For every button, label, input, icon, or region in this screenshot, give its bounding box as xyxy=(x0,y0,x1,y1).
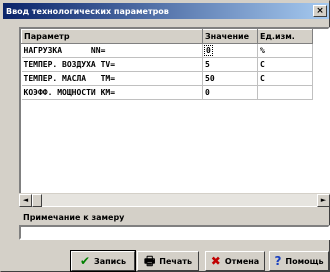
value-cell[interactable]: 0 xyxy=(202,85,258,100)
param-name-cell: ТЕМПЕР. ВОЗДУХА TV= xyxy=(21,57,203,72)
help-icon: ? xyxy=(274,254,282,268)
close-button[interactable]: × xyxy=(313,5,327,17)
dialog-window: Ввод технологических параметров × Параме… xyxy=(0,0,330,272)
unit-cell[interactable] xyxy=(257,85,313,100)
cancel-button-label: Отмена xyxy=(224,256,260,266)
unit-cell[interactable]: % xyxy=(257,43,313,58)
help-button-label: Помощь xyxy=(285,256,324,266)
close-icon: × xyxy=(316,5,324,16)
param-name-cell: КОЭФФ. МОЩНОСТИ KM= xyxy=(21,85,203,100)
header-value[interactable]: Значение xyxy=(202,29,258,44)
scroll-left-button[interactable]: ◄ xyxy=(19,194,32,207)
value-cell[interactable]: 50 xyxy=(202,71,258,86)
cancel-button[interactable]: ✖ Отмена xyxy=(205,251,265,271)
note-input[interactable] xyxy=(19,225,330,240)
table-row[interactable]: ТЕМПЕР. МАСЛА TM= 50 С xyxy=(21,71,313,86)
cross-icon: ✖ xyxy=(210,254,221,268)
print-button-label: Печать xyxy=(159,256,193,266)
printer-icon: 🖶 xyxy=(143,254,156,268)
table-row[interactable]: КОЭФФ. МОЩНОСТИ KM= 0 xyxy=(21,85,313,100)
table-row[interactable]: ТЕМПЕР. ВОЗДУХА TV= 5 С xyxy=(21,57,313,72)
unit-cell[interactable]: С xyxy=(257,71,313,86)
help-button[interactable]: ? Помощь xyxy=(269,251,329,271)
header-parameter[interactable]: Параметр xyxy=(21,29,203,44)
record-button[interactable]: ✔ Запись xyxy=(70,250,136,272)
unit-cell[interactable]: С xyxy=(257,57,313,72)
table-row[interactable]: НАГРУЗКА NN= 0 % xyxy=(21,43,313,58)
note-label: Примечание к замеру xyxy=(23,213,125,222)
header-unit[interactable]: Ед.изм. xyxy=(257,29,313,44)
scroll-right-button[interactable]: ► xyxy=(317,194,330,207)
parameters-table: Параметр Значение Ед.изм. НАГРУЗКА NN= 0… xyxy=(21,29,313,100)
check-icon: ✔ xyxy=(79,254,91,268)
title-bar[interactable]: Ввод технологических параметров × xyxy=(3,3,329,19)
value-editor[interactable]: 0 xyxy=(204,45,213,56)
value-cell[interactable]: 5 xyxy=(202,57,258,72)
print-button[interactable]: 🖶 Печать xyxy=(137,251,199,271)
horizontal-scrollbar[interactable]: ◄ ► xyxy=(19,193,330,207)
parameters-grid[interactable]: Параметр Значение Ед.изм. НАГРУЗКА NN= 0… xyxy=(19,27,330,207)
table-header-row: Параметр Значение Ед.изм. xyxy=(21,29,313,44)
value-cell-editing[interactable]: 0 xyxy=(202,43,258,58)
arrow-right-icon: ► xyxy=(320,196,327,204)
record-button-label: Запись xyxy=(94,256,127,266)
arrow-left-icon: ◄ xyxy=(22,196,29,204)
param-name-cell: НАГРУЗКА NN= xyxy=(21,43,203,58)
scroll-thumb[interactable] xyxy=(32,194,42,207)
param-name-cell: ТЕМПЕР. МАСЛА TM= xyxy=(21,71,203,86)
window-title: Ввод технологических параметров xyxy=(6,6,169,16)
